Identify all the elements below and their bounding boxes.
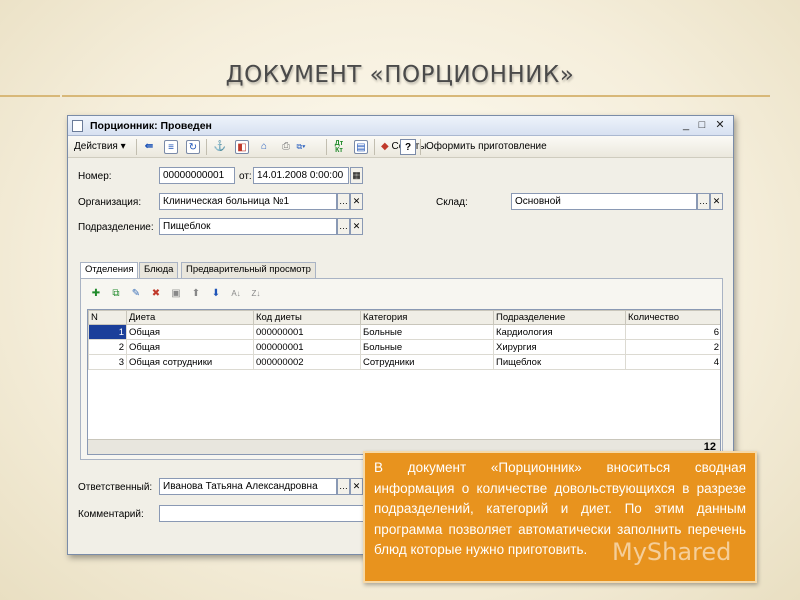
sort-descending-icon[interactable]: Z↓ xyxy=(249,287,263,301)
toolbar-separator xyxy=(374,139,375,155)
clear-icon[interactable]: ✕ xyxy=(350,478,363,495)
row-number: 2 xyxy=(88,339,127,355)
diet-code-cell: 000000001 xyxy=(253,324,361,340)
column-header[interactable]: Категория xyxy=(360,310,494,325)
responsible-label: Ответственный: xyxy=(78,482,153,493)
title-rule-left xyxy=(0,95,60,97)
clear-icon[interactable]: ✕ xyxy=(710,193,723,210)
copy-dropdown-icon[interactable]: ⧉▾ xyxy=(294,140,308,154)
actions-label: Действия xyxy=(74,141,118,152)
back-arrow-icon[interactable]: ⇚ xyxy=(142,140,156,154)
post-document-icon[interactable]: ⚓ xyxy=(213,140,227,154)
diet-cell: Общая xyxy=(126,339,254,355)
calendar-icon[interactable]: ▦ xyxy=(350,167,363,184)
move-up-icon[interactable]: ⬆ xyxy=(189,287,203,301)
date-label: от: xyxy=(239,171,252,182)
organization-field[interactable]: Клиническая больница №1 xyxy=(159,193,337,210)
column-header[interactable]: Подразделение xyxy=(493,310,626,325)
watermark-logo: MyShared xyxy=(612,538,732,566)
department-cell: Кардиология xyxy=(493,324,626,340)
tab-departments[interactable]: Отделения xyxy=(80,262,139,279)
number-label: Номер: xyxy=(78,171,112,182)
print-icon[interactable]: ⎙ xyxy=(279,140,293,154)
category-cell: Сотрудники xyxy=(360,354,494,370)
window-titlebar: Порционник: Проведен _ □ ✕ xyxy=(68,116,733,136)
document-icon xyxy=(72,120,83,132)
table-row[interactable]: 2 Общая 000000001 Больные Хирургия 2 xyxy=(88,339,720,355)
delete-row-icon[interactable]: ✖ xyxy=(149,287,163,301)
quantity-cell: 2 xyxy=(625,339,720,355)
tab-dishes[interactable]: Блюда xyxy=(139,262,179,278)
document-list-icon[interactable]: ≡ xyxy=(164,140,178,154)
row-number: 1 xyxy=(88,324,127,340)
category-cell: Больные xyxy=(360,339,494,355)
edit-row-icon[interactable]: ✎ xyxy=(129,287,143,301)
advice-icon: ◆ xyxy=(381,141,389,152)
tab-panel: ✚ ⧉ ✎ ✖ ▣ ⬆ ⬇ A↓ Z↓ N Диета Код диеты Ка… xyxy=(80,278,723,460)
toolbar-separator xyxy=(420,139,421,155)
table-row[interactable]: 3 Общая сотрудники 000000002 Сотрудники … xyxy=(88,354,720,370)
structure-icon[interactable]: ⌂ xyxy=(257,140,271,154)
diet-cell: Общая сотрудники xyxy=(126,354,254,370)
title-rule xyxy=(62,95,770,97)
number-field[interactable]: 00000000001 xyxy=(159,167,235,184)
responsible-field[interactable]: Иванова Татьяна Александровна xyxy=(159,478,337,495)
comment-field[interactable] xyxy=(159,505,369,522)
department-cell: Хирургия xyxy=(493,339,626,355)
warehouse-field[interactable]: Основной xyxy=(511,193,697,210)
diet-cell: Общая xyxy=(126,324,254,340)
organization-label: Организация: xyxy=(78,197,142,208)
slide-title: ДОКУМЕНТ «ПОРЦИОННИК» xyxy=(225,62,575,88)
date-field[interactable]: 14.01.2008 0:00:00 xyxy=(253,167,349,184)
warehouse-label: Склад: xyxy=(436,197,468,208)
table-row[interactable]: 1 Общая 000000001 Больные Кардиология 6 xyxy=(88,324,720,340)
category-cell: Больные xyxy=(360,324,494,340)
departments-table[interactable]: N Диета Код диеты Категория Подразделени… xyxy=(87,309,721,455)
close-button[interactable]: ✕ xyxy=(713,119,727,132)
quantity-cell: 4 xyxy=(625,354,720,370)
end-edit-icon[interactable]: ▣ xyxy=(169,287,183,301)
add-row-icon[interactable]: ✚ xyxy=(89,287,103,301)
help-button[interactable]: ? xyxy=(400,139,416,155)
window-title: Порционник: Проведен xyxy=(90,120,212,132)
select-ellipsis-icon[interactable]: … xyxy=(337,218,350,235)
select-ellipsis-icon[interactable]: … xyxy=(337,478,350,495)
column-header[interactable]: Код диеты xyxy=(253,310,361,325)
copy-row-icon[interactable]: ⧉ xyxy=(109,287,123,301)
column-header[interactable]: Диета xyxy=(126,310,254,325)
toolbar-separator xyxy=(136,139,137,155)
department-field[interactable]: Пищеблок xyxy=(159,218,337,235)
clear-icon[interactable]: ✕ xyxy=(350,218,363,235)
tab-preview[interactable]: Предварительный просмотр xyxy=(181,262,316,278)
chevron-down-icon: ▾ xyxy=(120,141,126,152)
toolbar-separator xyxy=(326,139,327,155)
toolbar-separator xyxy=(206,139,207,155)
sort-ascending-icon[interactable]: A↓ xyxy=(229,287,243,301)
debit-credit-icon[interactable]: Дт Кт xyxy=(332,140,346,154)
column-header[interactable]: Количество xyxy=(625,310,720,325)
select-ellipsis-icon[interactable]: … xyxy=(697,193,710,210)
row-number: 3 xyxy=(88,354,127,370)
toolbar: Действия ▾ ⇚ ≡ ↻ ⚓ ◧ ⌂ ⎙ ⧉▾ ДтКт ▤ ◆ Сов… xyxy=(68,136,733,158)
diet-code-cell: 000000002 xyxy=(253,354,361,370)
prepare-button[interactable]: Оформить приготовление xyxy=(426,139,547,155)
column-header[interactable]: N xyxy=(88,310,127,325)
table-header-row: N Диета Код диеты Категория Подразделени… xyxy=(88,310,720,325)
department-label: Подразделение: xyxy=(78,222,154,233)
quantity-cell: 6 xyxy=(625,324,720,340)
comment-label: Комментарий: xyxy=(78,509,144,520)
actions-menu[interactable]: Действия ▾ xyxy=(74,139,126,155)
unpost-document-icon[interactable]: ◧ xyxy=(235,140,249,154)
move-down-icon[interactable]: ⬇ xyxy=(209,287,223,301)
report-icon[interactable]: ▤ xyxy=(354,140,368,154)
clear-icon[interactable]: ✕ xyxy=(350,193,363,210)
diet-code-cell: 000000001 xyxy=(253,339,361,355)
select-ellipsis-icon[interactable]: … xyxy=(337,193,350,210)
refresh-document-icon[interactable]: ↻ xyxy=(186,140,200,154)
maximize-button[interactable]: □ xyxy=(695,119,709,132)
department-cell: Пищеблок xyxy=(493,354,626,370)
minimize-button[interactable]: _ xyxy=(679,119,693,132)
